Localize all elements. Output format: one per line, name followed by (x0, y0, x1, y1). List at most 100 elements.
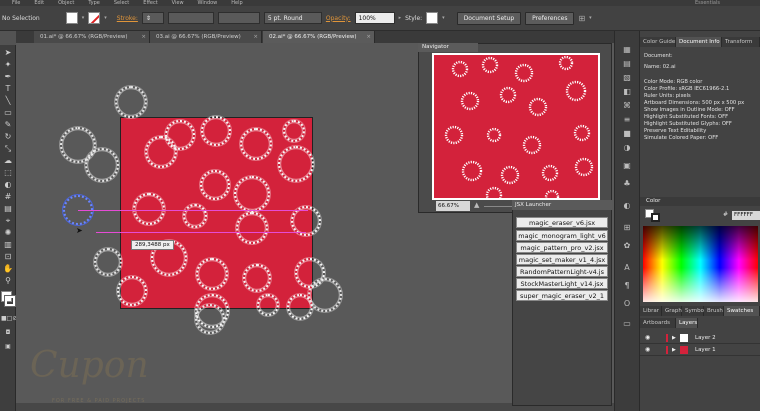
gradient-icon[interactable]: ■ (620, 128, 634, 140)
pattern-ring[interactable] (117, 276, 147, 306)
pattern-ring[interactable] (278, 146, 314, 182)
layer-row[interactable]: ◉ ▶ Layer 2 (640, 332, 760, 344)
pattern-ring[interactable] (200, 170, 230, 200)
script-button[interactable]: RandomPatternLight-v4.js (516, 266, 608, 277)
rotate-tool-icon[interactable]: ↻ (1, 131, 15, 142)
zoom-tool-icon[interactable]: ⚲ (1, 275, 15, 286)
warp-tool-icon[interactable]: ☁ (1, 155, 15, 166)
eye-icon[interactable]: ◉ (645, 332, 650, 344)
pattern-ring[interactable] (201, 116, 231, 146)
pattern-ring[interactable] (183, 204, 207, 228)
chevron-down-icon[interactable]: ▾ (442, 15, 445, 21)
script-button[interactable]: magic_pattern_pro_v2.jsx (516, 242, 608, 253)
stroke-profile-dropdown[interactable]: 5 pt. Round (263, 12, 322, 24)
artboards-icon[interactable]: ▭ (620, 318, 634, 330)
type-tool-icon[interactable]: T (1, 83, 15, 94)
graph-tool-icon[interactable]: ▥ (1, 239, 15, 250)
swatches-icon[interactable]: ⊞ (620, 222, 634, 234)
character-icon[interactable]: A (620, 262, 634, 274)
pattern-ring[interactable] (234, 176, 270, 212)
tab-libraries[interactable]: Librar (640, 306, 662, 316)
align-icon[interactable]: ⊞ (578, 14, 585, 23)
symbols-icon[interactable]: ♣ (620, 178, 634, 190)
layer-row[interactable]: ◉ ▶ Layer 1 (640, 344, 760, 356)
tab-brushes[interactable]: Brush (704, 306, 724, 316)
stroke-label[interactable]: Stroke: (117, 15, 138, 22)
script-button[interactable]: magic_eraser_v6.jsx (516, 217, 608, 228)
tab-document-info[interactable]: Document Info (676, 37, 722, 47)
color-guide-icon[interactable]: ▦ (620, 44, 634, 56)
pattern-ring[interactable] (240, 128, 272, 160)
pattern-ring[interactable] (243, 264, 271, 292)
hex-input[interactable]: FFFFFF (732, 211, 760, 220)
graphic-styles-icon[interactable]: ▣ (620, 160, 634, 172)
tab-01-ai[interactable]: 01.ai* @ 66.67% (RGB/Preview) × (34, 31, 150, 43)
chevron-down-icon[interactable]: ▾ (82, 15, 85, 21)
chevron-right-icon[interactable]: ▸ (399, 15, 402, 21)
free-transform-icon[interactable]: ⬚ (1, 167, 15, 178)
tab-artboards[interactable]: Artboards (640, 318, 676, 328)
opentype-icon[interactable]: O (620, 298, 634, 310)
pattern-ring[interactable] (115, 86, 147, 118)
rectangle-tool-icon[interactable]: ▭ (1, 107, 15, 118)
paragraph-icon[interactable]: ¶ (620, 280, 634, 292)
artboard-tool-icon[interactable]: ⊡ (1, 251, 15, 262)
style-swatch[interactable] (426, 12, 439, 24)
pattern-ring[interactable] (85, 148, 119, 182)
mesh-tool-icon[interactable]: # (1, 191, 15, 202)
script-button[interactable]: magic_set_maker_v1_4.jsx (516, 254, 608, 265)
links-icon[interactable]: ⌘ (620, 100, 634, 112)
jsx-launcher-title[interactable]: JSX Launcher (512, 200, 612, 210)
chevron-down-icon[interactable]: ▾ (104, 15, 107, 21)
tab-swatches[interactable]: Swatches (724, 306, 760, 316)
close-icon[interactable]: × (366, 31, 371, 43)
artboard[interactable] (117, 116, 325, 328)
navigator-zoom-field[interactable]: 66.67% (436, 201, 470, 211)
stroke-icon[interactable]: ≡ (620, 114, 634, 126)
color-spectrum[interactable] (643, 226, 758, 302)
hand-tool-icon[interactable]: ✋ (1, 263, 15, 274)
color-panel-title[interactable]: Color (640, 197, 760, 206)
pattern-ring[interactable] (133, 193, 165, 225)
eye-icon[interactable]: ◉ (645, 344, 650, 356)
pattern-ring[interactable] (283, 120, 305, 142)
tab-symbols[interactable]: Symbo (682, 306, 704, 316)
layers-icon[interactable]: ▤ (620, 58, 634, 70)
color-stroke-swatch[interactable] (651, 213, 660, 222)
tab-03-ai[interactable]: 03.ai @ 66.67% (RGB/Preview) × (150, 31, 262, 43)
navigator-preview[interactable] (432, 53, 600, 200)
variable-width-dropdown[interactable] (167, 12, 214, 24)
pattern-ring[interactable] (308, 278, 342, 312)
zoom-out-icon[interactable]: ▲ (474, 201, 479, 209)
brushes-icon[interactable]: ✿ (620, 240, 634, 252)
screen-mode-icon[interactable]: ▣ (1, 341, 15, 352)
pattern-ring[interactable] (145, 136, 177, 168)
close-icon[interactable]: × (253, 31, 258, 43)
navigator-title[interactable]: Navigator (418, 43, 478, 52)
tab-graphic-styles[interactable]: Graph (662, 306, 682, 316)
layer-name[interactable]: Layer 2 (695, 332, 716, 344)
eyedropper-icon[interactable]: ⌖ (1, 215, 15, 226)
transparency-icon[interactable]: ◑ (620, 142, 634, 154)
close-icon[interactable]: × (141, 31, 146, 43)
document-setup-button[interactable]: Document Setup (456, 11, 522, 25)
script-button[interactable]: StockMasterLight_v14.jsx (516, 278, 608, 289)
script-button[interactable]: super_magic_eraser_v2_1 (516, 290, 608, 301)
scale-tool-icon[interactable]: ⤡ (1, 143, 15, 154)
selection-tool-icon[interactable]: ➤ (1, 47, 15, 58)
preferences-button[interactable]: Preferences (525, 11, 575, 25)
magic-wand-icon[interactable]: ✦ (1, 59, 15, 70)
pattern-ring[interactable] (195, 304, 225, 334)
tab-02-ai[interactable]: 02.ai* @ 66.67% (RGB/Preview) × (263, 31, 375, 43)
script-button[interactable]: magic_monogram_light_v6 (516, 230, 608, 241)
color-panel-icon[interactable]: ◐ (620, 200, 634, 212)
fill-swatch[interactable] (65, 12, 78, 24)
gradient-tool-icon[interactable]: ▤ (1, 203, 15, 214)
chevron-right-icon[interactable]: ▶ (672, 344, 676, 356)
pattern-ring[interactable] (236, 212, 268, 244)
tab-transform[interactable]: Transform (722, 37, 760, 47)
pattern-ring[interactable] (94, 248, 122, 276)
symbol-sprayer-icon[interactable]: ✺ (1, 227, 15, 238)
appearance-icon[interactable]: ◧ (620, 86, 634, 98)
pattern-ring[interactable] (196, 258, 228, 290)
